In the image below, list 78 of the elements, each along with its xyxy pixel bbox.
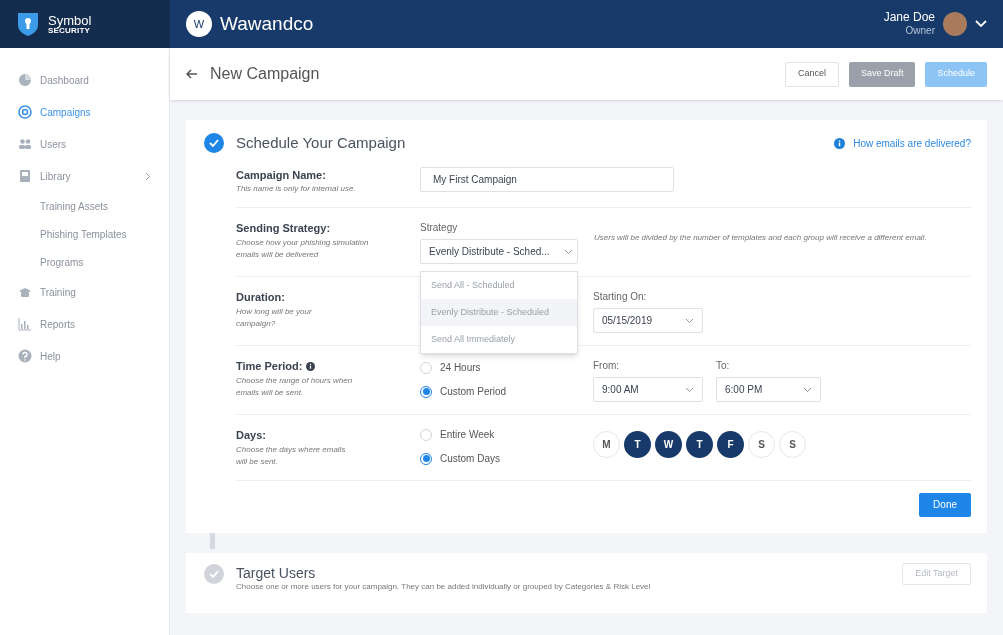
day-toggle[interactable]: S: [748, 431, 775, 458]
from-time-dropdown[interactable]: 9:00 AM: [593, 377, 703, 402]
done-button[interactable]: Done: [919, 492, 971, 517]
chevron-down-icon: [685, 317, 694, 324]
bar-chart-icon: [18, 317, 32, 331]
brand-name: Symbol: [48, 13, 92, 27]
day-toggle[interactable]: F: [717, 431, 744, 458]
toolbar-button[interactable]: Save Draft: [848, 61, 916, 87]
field-label: Campaign Name:: [236, 167, 327, 183]
field-hint: Choose the range of hours when emails will be sent.: [236, 374, 354, 399]
field-label: Starting On:: [593, 290, 648, 304]
radio-label: Entire Week: [440, 428, 495, 442]
radio-label: 24 Hours: [440, 361, 481, 375]
help-link[interactable]: How emails are delivered?: [853, 135, 971, 151]
sidebar-subitem[interactable]: Programs: [0, 248, 169, 276]
campaign-name-input[interactable]: My First Campaign: [420, 166, 674, 192]
graduation-cap-icon: [18, 285, 32, 299]
field-hint: How long will be your campaign?: [236, 305, 313, 330]
sidebar-item[interactable]: Help: [0, 340, 169, 372]
field-label: Time Period:: [236, 359, 303, 374]
dropdown-option[interactable]: Send All - Scheduled: [421, 272, 577, 299]
sidebar-subitem[interactable]: Phishing Templates: [0, 220, 169, 248]
org-avatar: W: [186, 11, 212, 37]
strategy-dropdown[interactable]: Evenly Distribute - Sched...: [420, 239, 578, 264]
toolbar-button[interactable]: Schedule: [925, 61, 987, 87]
info-icon: [834, 137, 846, 149]
field-label: From:: [593, 359, 621, 373]
start-date-dropdown[interactable]: 05/15/2019: [593, 308, 703, 333]
section-description: Choose one or more users for your campaign. They can be added individually or grouped by Categories & Risk Level: [236, 581, 652, 593]
dropdown-option[interactable]: Evenly Distribute - Scheduled: [421, 299, 577, 326]
user-role: Owner: [905, 25, 935, 38]
to-time-dropdown[interactable]: 6:00 PM: [716, 377, 821, 402]
sidebar-subitem[interactable]: Training Assets: [0, 192, 169, 220]
chevron-down-icon: [564, 248, 573, 255]
dropdown-option[interactable]: Send All Immediately: [421, 326, 577, 353]
day-toggle[interactable]: W: [655, 431, 682, 458]
sidebar-item[interactable]: Library: [0, 160, 169, 192]
radio-label: Custom Period: [440, 385, 507, 399]
users-icon: [18, 137, 32, 151]
user-avatar[interactable]: [943, 12, 967, 36]
field-hint: Choose the days where emails will be sent.: [236, 443, 347, 468]
day-toggle[interactable]: T: [686, 431, 713, 458]
field-label: To:: [716, 359, 731, 373]
field-label: Sending Strategy:: [236, 221, 332, 236]
sidebar-item[interactable]: Users: [0, 128, 169, 160]
step-connector: [210, 532, 215, 549]
day-toggle[interactable]: M: [593, 431, 620, 458]
radio-label: Custom Days: [440, 452, 500, 466]
edit-target-button[interactable]: Edit Target: [902, 562, 971, 585]
field-label: Strategy: [420, 221, 459, 235]
strategy-note: Users will be divided by the number of templates and each group will receive a different email.: [594, 232, 928, 244]
sidebar-item[interactable]: Campaigns: [0, 96, 169, 128]
section-title: Target Users: [236, 564, 316, 583]
target-icon: [18, 105, 32, 119]
page-title: New Campaign: [210, 64, 320, 84]
info-icon: [306, 361, 316, 371]
field-hint: This name is only for internal use.: [236, 183, 357, 195]
help-icon: [18, 349, 32, 363]
back-arrow-icon[interactable]: [186, 69, 198, 79]
section-title: Schedule Your Campaign: [236, 133, 406, 153]
book-icon: [18, 169, 32, 183]
day-toggle[interactable]: S: [779, 431, 806, 458]
chevron-down-icon: [803, 386, 812, 393]
chevron-right-icon: [145, 171, 151, 181]
day-toggle[interactable]: T: [624, 431, 651, 458]
sidebar-item[interactable]: Training: [0, 276, 169, 308]
pie-chart-icon: [18, 73, 32, 87]
sidebar-item[interactable]: Dashboard: [0, 64, 169, 96]
sidebar-item[interactable]: Reports: [0, 308, 169, 340]
user-name: Jane Doe: [883, 10, 935, 26]
org-name: Wawandco: [220, 11, 314, 36]
field-hint: Choose how your phishing simulation emails will be delivered: [236, 236, 370, 261]
caret-icon[interactable]: [975, 20, 987, 28]
shield-logo-icon: [16, 11, 40, 37]
chevron-down-icon: [685, 386, 694, 393]
field-label: Days:: [236, 428, 267, 443]
toolbar-button[interactable]: Cancel: [784, 61, 839, 87]
field-label: Duration:: [236, 290, 286, 305]
